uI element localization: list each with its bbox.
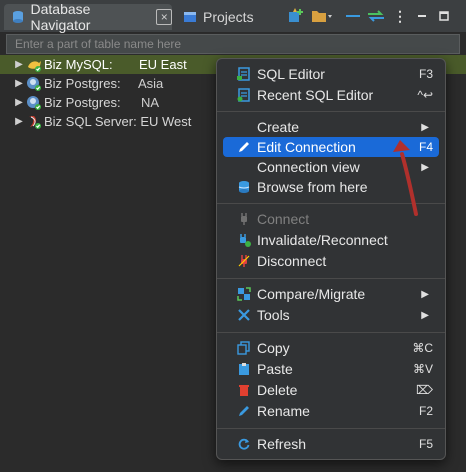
- menu-separator: [217, 428, 445, 429]
- expand-arrow-icon[interactable]: ▶: [12, 116, 26, 127]
- tab-label: Projects: [203, 9, 254, 25]
- menu-item-label: Recent SQL Editor: [257, 87, 374, 103]
- menu-item-paste[interactable]: Paste ⌘V: [223, 359, 439, 379]
- sql-editor-icon: [236, 66, 252, 82]
- menu-item-shortcut: ⌦: [416, 383, 433, 397]
- tree-item-region: EU East: [139, 57, 187, 72]
- menu-item-refresh[interactable]: Refresh F5: [223, 434, 439, 454]
- menu-separator: [217, 111, 445, 112]
- trash-icon: [236, 382, 252, 398]
- new-connection-icon[interactable]: [286, 7, 306, 25]
- menu-item-label: Create: [257, 119, 300, 135]
- menu-item-label: Compare/Migrate: [257, 286, 366, 302]
- menu-item-invalidate-reconnect[interactable]: Invalidate/Reconnect: [223, 230, 439, 250]
- menu-item-recent-sql-editor[interactable]: Recent SQL Editor ^↩: [223, 85, 439, 105]
- copy-icon: [236, 340, 252, 356]
- postgres-icon: [26, 95, 42, 111]
- menu-item-label: Browse from here: [257, 179, 368, 195]
- menu-item-label: Copy: [257, 340, 290, 356]
- view-tab-bar: Database Navigator × Projects ⋮: [0, 0, 466, 33]
- menu-item-tools[interactable]: Tools ▶: [223, 305, 439, 325]
- menu-item-label: Tools: [257, 307, 290, 323]
- menu-item-sql-editor[interactable]: SQL Editor F3: [223, 64, 439, 84]
- menu-item-create[interactable]: Create ▶: [223, 117, 439, 137]
- expand-arrow-icon[interactable]: ▶: [12, 78, 26, 89]
- menu-separator: [217, 278, 445, 279]
- expand-arrow-icon[interactable]: ▶: [12, 59, 26, 70]
- menu-item-label: SQL Editor: [257, 66, 325, 82]
- menu-item-label: Connection view: [257, 159, 360, 175]
- menu-item-shortcut: ^↩: [417, 88, 433, 102]
- menu-item-shortcut: F5: [418, 437, 433, 451]
- paste-icon: [236, 361, 252, 377]
- menu-separator: [217, 332, 445, 333]
- table-filter-input[interactable]: [6, 34, 460, 54]
- minimize-icon[interactable]: [414, 7, 430, 25]
- tree-item-region: NA: [141, 95, 160, 110]
- close-icon[interactable]: ×: [156, 9, 172, 25]
- tab-label: Database Navigator: [30, 1, 91, 33]
- menu-item-copy[interactable]: Copy ⌘C: [223, 338, 439, 358]
- submenu-arrow-icon: ▶: [421, 121, 429, 133]
- menu-item-label: Connect: [257, 211, 310, 227]
- postgres-icon: [26, 76, 42, 92]
- pencil-icon: [236, 139, 252, 155]
- context-menu: SQL Editor F3 Recent SQL Editor ^↩ Creat…: [216, 58, 446, 460]
- tree-item-region: Asia: [138, 76, 164, 91]
- tree-item-label: Biz MySQL:: [44, 57, 113, 72]
- menu-item-label: Refresh: [257, 436, 307, 452]
- disconnect-icon: [236, 253, 252, 269]
- menu-item-label: Edit Connection: [257, 139, 356, 155]
- menu-item-shortcut: ⌘V: [412, 362, 433, 376]
- tools-icon: [236, 307, 252, 323]
- link-with-editor-icon[interactable]: [366, 7, 386, 25]
- submenu-arrow-icon: ▶: [421, 288, 429, 300]
- reconnect-icon: [236, 232, 252, 248]
- rename-icon: [236, 403, 252, 419]
- database-navigator-icon: [10, 9, 26, 25]
- menu-item-label: Disconnect: [257, 253, 327, 269]
- menu-item-shortcut: F2: [418, 404, 433, 418]
- collapse-all-icon[interactable]: [343, 7, 363, 25]
- menu-item-disconnect[interactable]: Disconnect: [223, 251, 439, 271]
- menu-item-label: Paste: [257, 361, 293, 377]
- view-menu-icon[interactable]: ⋮: [392, 7, 408, 25]
- tree-item-label: Biz Postgres:: [44, 76, 121, 91]
- menu-item-shortcut: F3: [418, 67, 433, 81]
- projects-icon: [182, 9, 198, 25]
- maximize-icon[interactable]: [436, 7, 452, 25]
- compare-icon: [236, 286, 252, 302]
- tree-item-label: Biz Postgres:: [44, 95, 121, 110]
- expand-arrow-icon[interactable]: ▶: [12, 97, 26, 108]
- menu-item-compare-migrate[interactable]: Compare/Migrate ▶: [223, 284, 439, 304]
- tab-projects[interactable]: Projects: [176, 4, 276, 30]
- recent-sql-editor-icon: [236, 87, 252, 103]
- menu-item-rename[interactable]: Rename F2: [223, 401, 439, 421]
- tree-item-label: Biz SQL Server: EU West: [44, 114, 192, 129]
- refresh-icon: [236, 436, 252, 452]
- folder-icon[interactable]: [310, 7, 334, 25]
- plug-icon: [236, 211, 252, 227]
- menu-item-label: Rename: [257, 403, 310, 419]
- annotation-arrow-icon: [393, 140, 418, 216]
- menu-item-label: Invalidate/Reconnect: [257, 232, 388, 248]
- menu-item-shortcut: ⌘C: [412, 341, 433, 355]
- menu-item-delete[interactable]: Delete ⌦: [223, 380, 439, 400]
- menu-item-label: Delete: [257, 382, 298, 398]
- sql-server-icon: [26, 114, 42, 130]
- mysql-icon: [26, 57, 42, 73]
- database-icon: [236, 179, 252, 195]
- submenu-arrow-icon: ▶: [421, 309, 429, 321]
- tab-database-navigator[interactable]: Database Navigator ×: [4, 1, 172, 33]
